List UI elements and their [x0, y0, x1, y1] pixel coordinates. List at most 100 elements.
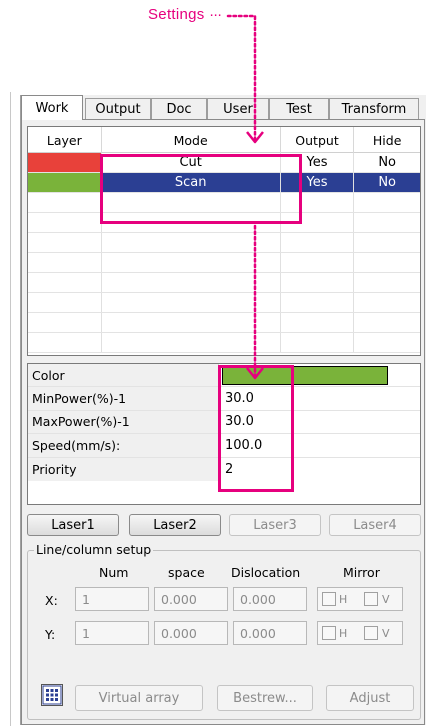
table-row[interactable]: [28, 193, 420, 213]
layer-properties: Color MinPower(%)-1 30.0 MaxPower(%)-1 3…: [27, 363, 421, 505]
tab-user[interactable]: User: [207, 98, 269, 119]
empty-cell: [281, 253, 355, 272]
layer-color-swatch[interactable]: [28, 173, 102, 192]
y-mirror-h-checkbox[interactable]: [322, 626, 336, 640]
empty-cell: [281, 233, 355, 252]
table-row[interactable]: [28, 213, 420, 233]
checkbox-label: H: [339, 593, 348, 606]
layer-table-header: Layer Mode Output Hide: [28, 127, 420, 153]
empty-cell: [281, 193, 355, 212]
settings-callout-label: Settings ···: [148, 6, 222, 23]
property-label: Color: [28, 364, 219, 387]
laser2-button[interactable]: Laser2: [129, 514, 221, 536]
y-num-input[interactable]: 1: [75, 621, 149, 645]
settings-callout-text: Settings: [148, 6, 205, 23]
min-power-input[interactable]: 30.0: [219, 387, 420, 409]
empty-cell: [28, 253, 102, 272]
empty-cell: [354, 333, 420, 352]
empty-cell: [281, 313, 355, 332]
laser3-button[interactable]: Laser3: [229, 514, 321, 536]
table-row[interactable]: [28, 313, 420, 333]
tab-transform[interactable]: Transform: [329, 98, 419, 119]
layer-color-swatch[interactable]: [28, 153, 102, 172]
property-value[interactable]: [219, 364, 420, 386]
tab-doc[interactable]: Doc: [151, 98, 207, 119]
table-row[interactable]: [28, 293, 420, 313]
laser4-button[interactable]: Laser4: [329, 514, 421, 536]
x-mirror-h-checkbox[interactable]: [322, 592, 336, 606]
layer-hide-cell[interactable]: No: [354, 173, 420, 192]
empty-cell: [354, 193, 420, 212]
empty-cell: [102, 233, 281, 252]
bestrew-button[interactable]: Bestrew...: [217, 685, 313, 711]
empty-cell: [28, 293, 102, 312]
virtual-array-button[interactable]: Virtual array: [75, 685, 203, 711]
property-row-speed: Speed(mm/s): 100.0: [28, 434, 420, 458]
y-mirror-v-checkbox[interactable]: [364, 626, 378, 640]
array-grid-icon[interactable]: [41, 684, 63, 706]
empty-cell: [102, 253, 281, 272]
y-row-label: Y:: [45, 627, 56, 642]
layer-mode-cell[interactable]: Cut: [102, 153, 281, 172]
table-row[interactable]: [28, 253, 420, 273]
tab-work[interactable]: Work: [21, 95, 83, 120]
checkbox-label: V: [382, 593, 390, 606]
column-header-mirror: Mirror: [343, 565, 380, 580]
property-label: MinPower(%)-1: [28, 387, 219, 410]
tab-label: Doc: [166, 101, 192, 117]
tab-bar: Work Output Doc User Test Transform: [21, 95, 427, 120]
x-mirror-box: H V: [317, 587, 403, 611]
empty-cell: [281, 293, 355, 312]
line-column-setup-group: Line/column setup Num space Dislocation …: [27, 542, 421, 720]
work-tab-content: Layer Mode Output Hide Cut Yes No Scan Y…: [21, 119, 425, 725]
x-mirror-v-checkbox[interactable]: [364, 592, 378, 606]
y-space-input[interactable]: 0.000: [154, 621, 228, 645]
empty-cell: [354, 233, 420, 252]
empty-cell: [102, 273, 281, 292]
layer-output-cell[interactable]: Yes: [280, 173, 355, 192]
layer-output-cell[interactable]: Yes: [281, 153, 355, 172]
laser-buttons: Laser1 Laser2 Laser3 Laser4: [27, 514, 421, 538]
empty-cell: [281, 213, 355, 232]
column-header-space: space: [168, 565, 205, 580]
x-dislocation-input[interactable]: 0.000: [233, 587, 307, 611]
tab-test[interactable]: Test: [269, 98, 329, 119]
priority-input[interactable]: 2: [219, 458, 420, 481]
group-title: Line/column setup: [34, 542, 154, 557]
max-power-input[interactable]: 30.0: [219, 411, 420, 433]
checkbox-label: H: [339, 627, 348, 640]
table-row[interactable]: Scan Yes No: [28, 173, 420, 193]
property-row-max-power: MaxPower(%)-1 30.0: [28, 410, 420, 435]
tab-output[interactable]: Output: [85, 98, 151, 119]
empty-cell: [354, 313, 420, 332]
array-grid-icon-graphic: [42, 685, 62, 705]
speed-input[interactable]: 100.0: [219, 434, 420, 456]
table-row[interactable]: [28, 273, 420, 293]
empty-cell: [28, 313, 102, 332]
table-row[interactable]: [28, 333, 420, 353]
x-num-input[interactable]: 1: [75, 587, 149, 611]
layer-hide-cell[interactable]: No: [354, 153, 420, 172]
x-space-input[interactable]: 0.000: [154, 587, 228, 611]
table-row[interactable]: Cut Yes No: [28, 153, 420, 173]
empty-cell: [102, 293, 281, 312]
window-left-edge: [10, 92, 11, 726]
laser1-button[interactable]: Laser1: [27, 514, 119, 536]
column-header-dislocation: Dislocation: [231, 565, 301, 580]
layer-mode-cell[interactable]: Scan: [101, 173, 281, 192]
layer-color-picker[interactable]: [222, 365, 388, 385]
empty-cell: [354, 253, 420, 272]
property-label: MaxPower(%)-1: [28, 410, 219, 434]
empty-cell: [28, 233, 102, 252]
empty-cell: [28, 193, 102, 212]
adjust-button[interactable]: Adjust: [326, 685, 414, 711]
empty-cell: [281, 333, 355, 352]
property-label: Priority: [28, 457, 219, 481]
settings-panel: Work Output Doc User Test Transform Laye…: [20, 95, 426, 725]
property-label: Speed(mm/s):: [28, 434, 219, 457]
table-row[interactable]: [28, 233, 420, 253]
empty-cell: [28, 273, 102, 292]
y-dislocation-input[interactable]: 0.000: [233, 621, 307, 645]
empty-cell: [281, 273, 355, 292]
empty-cell: [102, 193, 281, 212]
